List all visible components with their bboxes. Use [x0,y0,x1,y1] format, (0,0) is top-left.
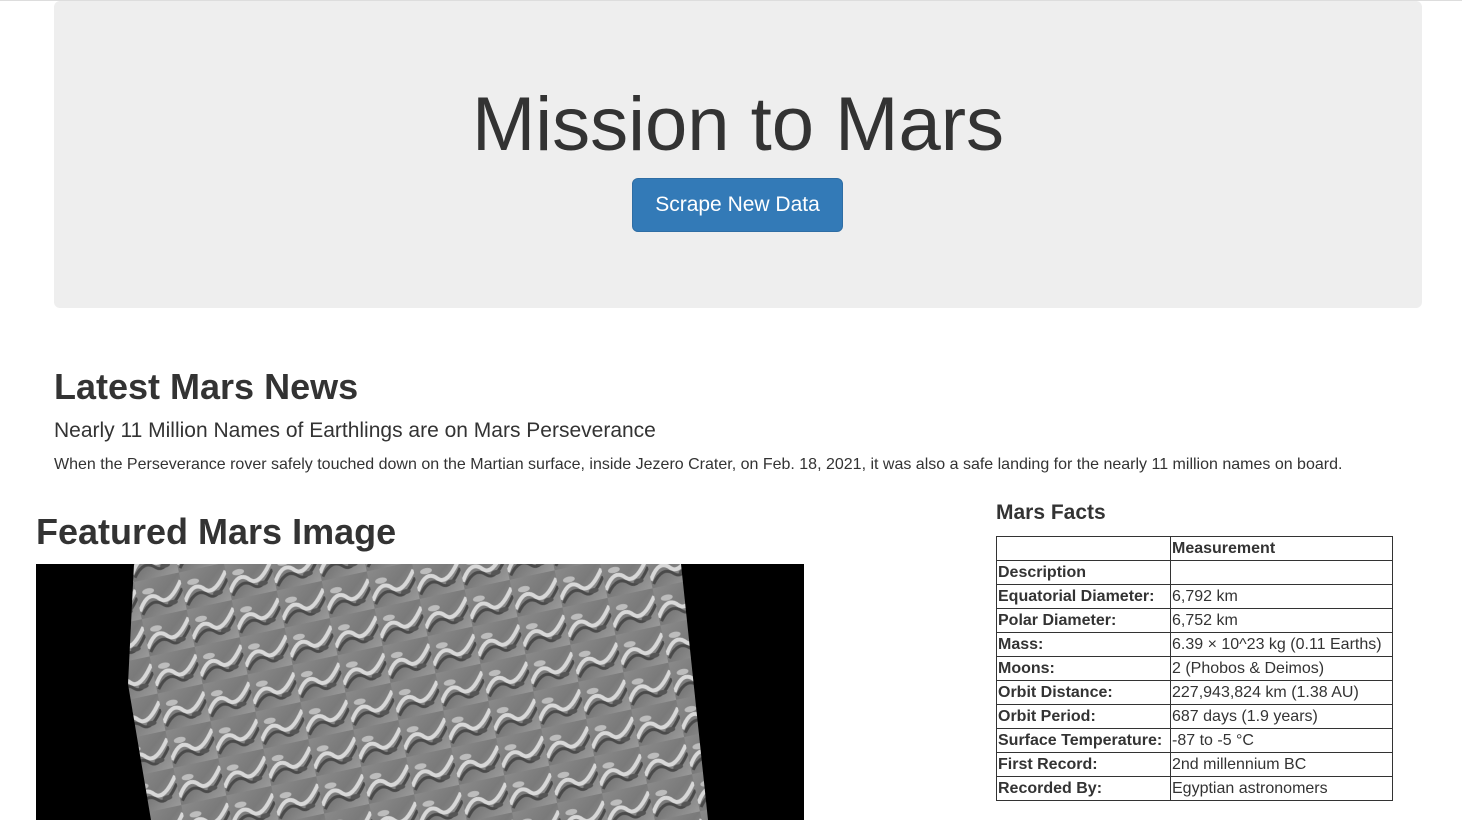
fact-value: 6,752 km [1170,608,1393,633]
fact-key: Moons: [996,656,1171,681]
mars-facts-heading: Mars Facts [996,501,1106,524]
index-label-description: Description [996,560,1171,585]
table-row: Orbit Period: 687 days (1.9 years) [996,704,1393,729]
table-row: First Record: 2nd millennium BC [996,752,1393,777]
table-row: Equatorial Diameter: 6,792 km [996,584,1393,609]
fact-key: Mass: [996,632,1171,657]
featured-mars-image [36,564,804,820]
fact-key: First Record: [996,752,1171,777]
fact-key: Recorded By: [996,776,1171,801]
table-row: Moons: 2 (Phobos & Deimos) [996,656,1393,681]
table-row: Recorded By: Egyptian astronomers [996,776,1393,801]
index-empty-cell [1170,560,1393,585]
column-header-measurement: Measurement [1170,536,1393,561]
fact-value: 6.39 × 10^23 kg (0.11 Earths) [1170,632,1393,657]
fact-value: 2nd millennium BC [1170,752,1393,777]
page-title: Mission to Mars [471,82,1005,167]
news-paragraph: When the Perseverance rover safely touch… [54,456,1343,473]
table-row: Surface Temperature: -87 to -5 °C [996,728,1393,753]
mars-facts-table: Measurement Description Equatorial Diame… [996,536,1393,801]
table-corner-cell [996,536,1171,561]
mars-dunes-image [36,564,804,820]
fact-key: Orbit Period: [996,704,1171,729]
latest-news-heading: Latest Mars News [54,366,359,407]
fact-key: Surface Temperature: [996,728,1171,753]
fact-value: 227,943,824 km (1.38 AU) [1170,680,1393,705]
scrape-new-data-button[interactable]: Scrape New Data [632,178,843,232]
table-header-row: Measurement [996,536,1393,561]
jumbotron-header: Mission to Mars Scrape New Data [54,1,1422,308]
table-row: Polar Diameter: 6,752 km [996,608,1393,633]
table-row: Orbit Distance: 227,943,824 km (1.38 AU) [996,680,1393,705]
fact-value: 687 days (1.9 years) [1170,704,1393,729]
table-index-row: Description [996,560,1393,585]
fact-value: Egyptian astronomers [1170,776,1393,801]
fact-value: -87 to -5 °C [1170,728,1393,753]
fact-value: 6,792 km [1170,584,1393,609]
news-title: Nearly 11 Million Names of Earthlings ar… [54,419,656,442]
fact-key: Polar Diameter: [996,608,1171,633]
featured-image-heading: Featured Mars Image [36,511,397,552]
fact-value: 2 (Phobos & Deimos) [1170,656,1393,681]
fact-key: Equatorial Diameter: [996,584,1171,609]
table-row: Mass: 6.39 × 10^23 kg (0.11 Earths) [996,632,1393,657]
fact-key: Orbit Distance: [996,680,1171,705]
